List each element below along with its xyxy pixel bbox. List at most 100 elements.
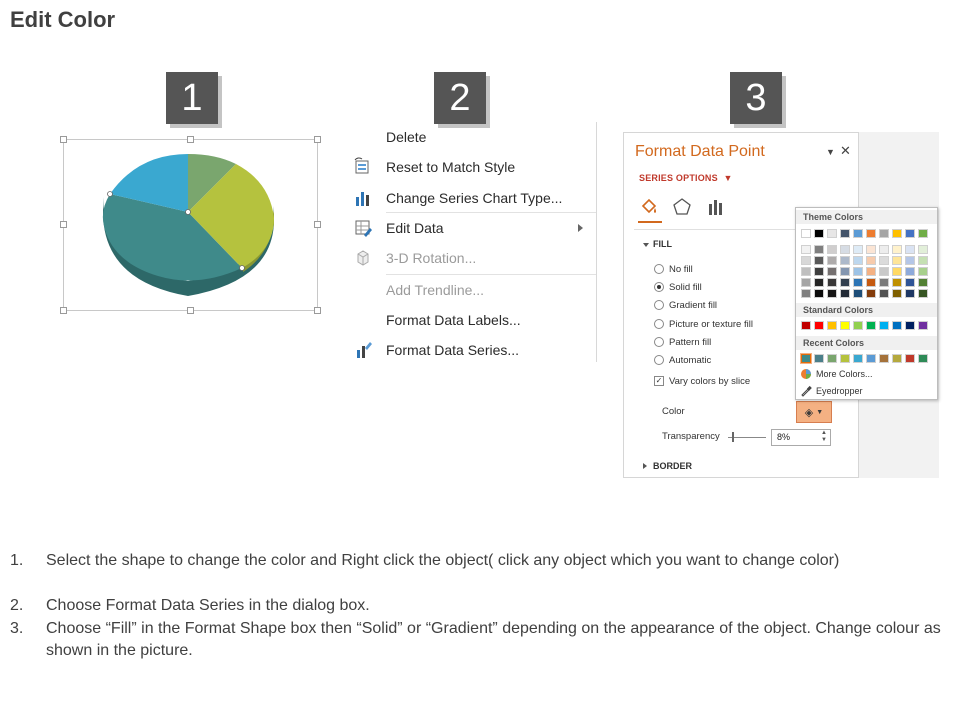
theme-shade-swatch[interactable] xyxy=(918,278,928,287)
theme-shade-swatch[interactable] xyxy=(892,278,902,287)
standard-color-swatch[interactable] xyxy=(892,321,902,330)
theme-shade-swatch[interactable] xyxy=(827,289,837,298)
theme-shade-swatch[interactable] xyxy=(866,289,876,298)
recent-color-swatch[interactable] xyxy=(892,354,902,363)
theme-color-swatch[interactable] xyxy=(905,229,915,238)
theme-shade-swatch[interactable] xyxy=(879,256,889,265)
theme-shade-swatch[interactable] xyxy=(827,256,837,265)
recent-color-swatch[interactable] xyxy=(853,354,863,363)
theme-shade-swatch[interactable] xyxy=(892,289,902,298)
standard-color-swatch[interactable] xyxy=(866,321,876,330)
theme-shade-swatch[interactable] xyxy=(918,256,928,265)
resize-handle[interactable] xyxy=(314,307,321,314)
theme-shade-swatch[interactable] xyxy=(905,245,915,254)
theme-shade-swatch[interactable] xyxy=(905,278,915,287)
resize-handle[interactable] xyxy=(187,307,194,314)
close-icon[interactable]: ✕ xyxy=(840,143,851,159)
fill-option-no-fill[interactable]: No fill xyxy=(654,262,693,276)
resize-handle[interactable] xyxy=(60,307,67,314)
menu-item-format-data-series[interactable]: Format Data Series... xyxy=(348,335,594,365)
theme-shade-swatch[interactable] xyxy=(853,245,863,254)
theme-shade-swatch[interactable] xyxy=(866,278,876,287)
theme-shade-swatch[interactable] xyxy=(879,278,889,287)
theme-shade-swatch[interactable] xyxy=(840,278,850,287)
theme-color-swatch[interactable] xyxy=(827,229,837,238)
theme-shade-swatch[interactable] xyxy=(814,256,824,265)
radio-button[interactable] xyxy=(654,319,664,329)
color-picker-button[interactable]: ◈ ▼ xyxy=(796,401,832,423)
theme-shade-swatch[interactable] xyxy=(814,245,824,254)
theme-shade-swatch[interactable] xyxy=(801,289,811,298)
fill-section-header[interactable]: FILL xyxy=(653,239,672,249)
series-options-dropdown[interactable]: SERIES OPTIONS ▼ xyxy=(639,173,733,183)
menu-item-delete[interactable]: Delete xyxy=(348,122,594,152)
theme-shade-swatch[interactable] xyxy=(866,267,876,276)
border-section-header[interactable]: BORDER xyxy=(653,461,692,471)
recent-color-swatch[interactable] xyxy=(879,354,889,363)
recent-color-swatch[interactable] xyxy=(918,354,928,363)
transparency-slider-thumb[interactable] xyxy=(732,432,734,442)
radio-button[interactable] xyxy=(654,355,664,365)
resize-handle[interactable] xyxy=(60,221,67,228)
theme-shade-swatch[interactable] xyxy=(879,267,889,276)
fill-option-picture-fill[interactable]: Picture or texture fill xyxy=(654,317,753,331)
theme-shade-swatch[interactable] xyxy=(827,245,837,254)
resize-handle[interactable] xyxy=(60,136,67,143)
menu-item-edit-data[interactable]: Edit Data xyxy=(348,213,594,243)
theme-shade-swatch[interactable] xyxy=(827,278,837,287)
radio-button[interactable] xyxy=(654,337,664,347)
radio-button-selected[interactable] xyxy=(654,282,664,292)
radio-button[interactable] xyxy=(654,300,664,310)
recent-color-swatch[interactable] xyxy=(827,354,837,363)
theme-shade-swatch[interactable] xyxy=(840,245,850,254)
standard-color-swatch[interactable] xyxy=(827,321,837,330)
theme-color-swatch[interactable] xyxy=(814,229,824,238)
theme-shade-swatch[interactable] xyxy=(840,256,850,265)
vary-colors-checkbox-row[interactable]: ✓ Vary colors by slice xyxy=(654,374,750,388)
theme-shade-swatch[interactable] xyxy=(918,245,928,254)
more-colors-link[interactable]: More Colors... xyxy=(816,369,873,379)
expand-icon[interactable] xyxy=(643,463,647,469)
spinner-icon[interactable]: ▲ ▼ xyxy=(821,430,827,444)
theme-shade-swatch[interactable] xyxy=(801,256,811,265)
theme-shade-swatch[interactable] xyxy=(866,245,876,254)
theme-shade-swatch[interactable] xyxy=(892,245,902,254)
recent-color-swatch[interactable] xyxy=(866,354,876,363)
recent-color-swatch[interactable] xyxy=(840,354,850,363)
theme-shade-swatch[interactable] xyxy=(866,256,876,265)
fill-option-pattern-fill[interactable]: Pattern fill xyxy=(654,335,711,349)
menu-item-change-chart-type[interactable]: Change Series Chart Type... xyxy=(348,183,594,213)
fill-option-solid-fill[interactable]: Solid fill xyxy=(654,280,702,294)
standard-color-swatch[interactable] xyxy=(879,321,889,330)
eyedropper-link[interactable]: Eyedropper xyxy=(816,386,863,396)
theme-color-swatch[interactable] xyxy=(879,229,889,238)
series-options-icon[interactable] xyxy=(706,197,726,217)
theme-shade-swatch[interactable] xyxy=(801,267,811,276)
theme-color-swatch[interactable] xyxy=(918,229,928,238)
theme-color-swatch[interactable] xyxy=(866,229,876,238)
theme-shade-swatch[interactable] xyxy=(840,289,850,298)
standard-color-swatch[interactable] xyxy=(814,321,824,330)
theme-shade-swatch[interactable] xyxy=(905,256,915,265)
theme-shade-swatch[interactable] xyxy=(814,278,824,287)
theme-shade-swatch[interactable] xyxy=(853,278,863,287)
pane-options-icon[interactable]: ▼ xyxy=(826,147,835,157)
recent-color-swatch[interactable] xyxy=(814,354,824,363)
fill-option-automatic[interactable]: Automatic xyxy=(654,353,711,367)
menu-item-reset-style[interactable]: Reset to Match Style xyxy=(348,152,594,182)
collapse-icon[interactable] xyxy=(643,243,649,247)
pie-chart-3d[interactable] xyxy=(98,150,283,300)
theme-shade-swatch[interactable] xyxy=(879,289,889,298)
theme-shade-swatch[interactable] xyxy=(840,267,850,276)
checkbox-checked[interactable]: ✓ xyxy=(654,376,664,386)
resize-handle[interactable] xyxy=(187,136,194,143)
fill-option-gradient-fill[interactable]: Gradient fill xyxy=(654,298,717,312)
standard-color-swatch[interactable] xyxy=(853,321,863,330)
standard-color-swatch[interactable] xyxy=(840,321,850,330)
theme-shade-swatch[interactable] xyxy=(892,256,902,265)
theme-shade-swatch[interactable] xyxy=(853,267,863,276)
theme-color-swatch[interactable] xyxy=(840,229,850,238)
theme-shade-swatch[interactable] xyxy=(853,256,863,265)
menu-item-3d-rotation[interactable]: 3-D Rotation... xyxy=(348,243,594,273)
standard-color-swatch[interactable] xyxy=(918,321,928,330)
